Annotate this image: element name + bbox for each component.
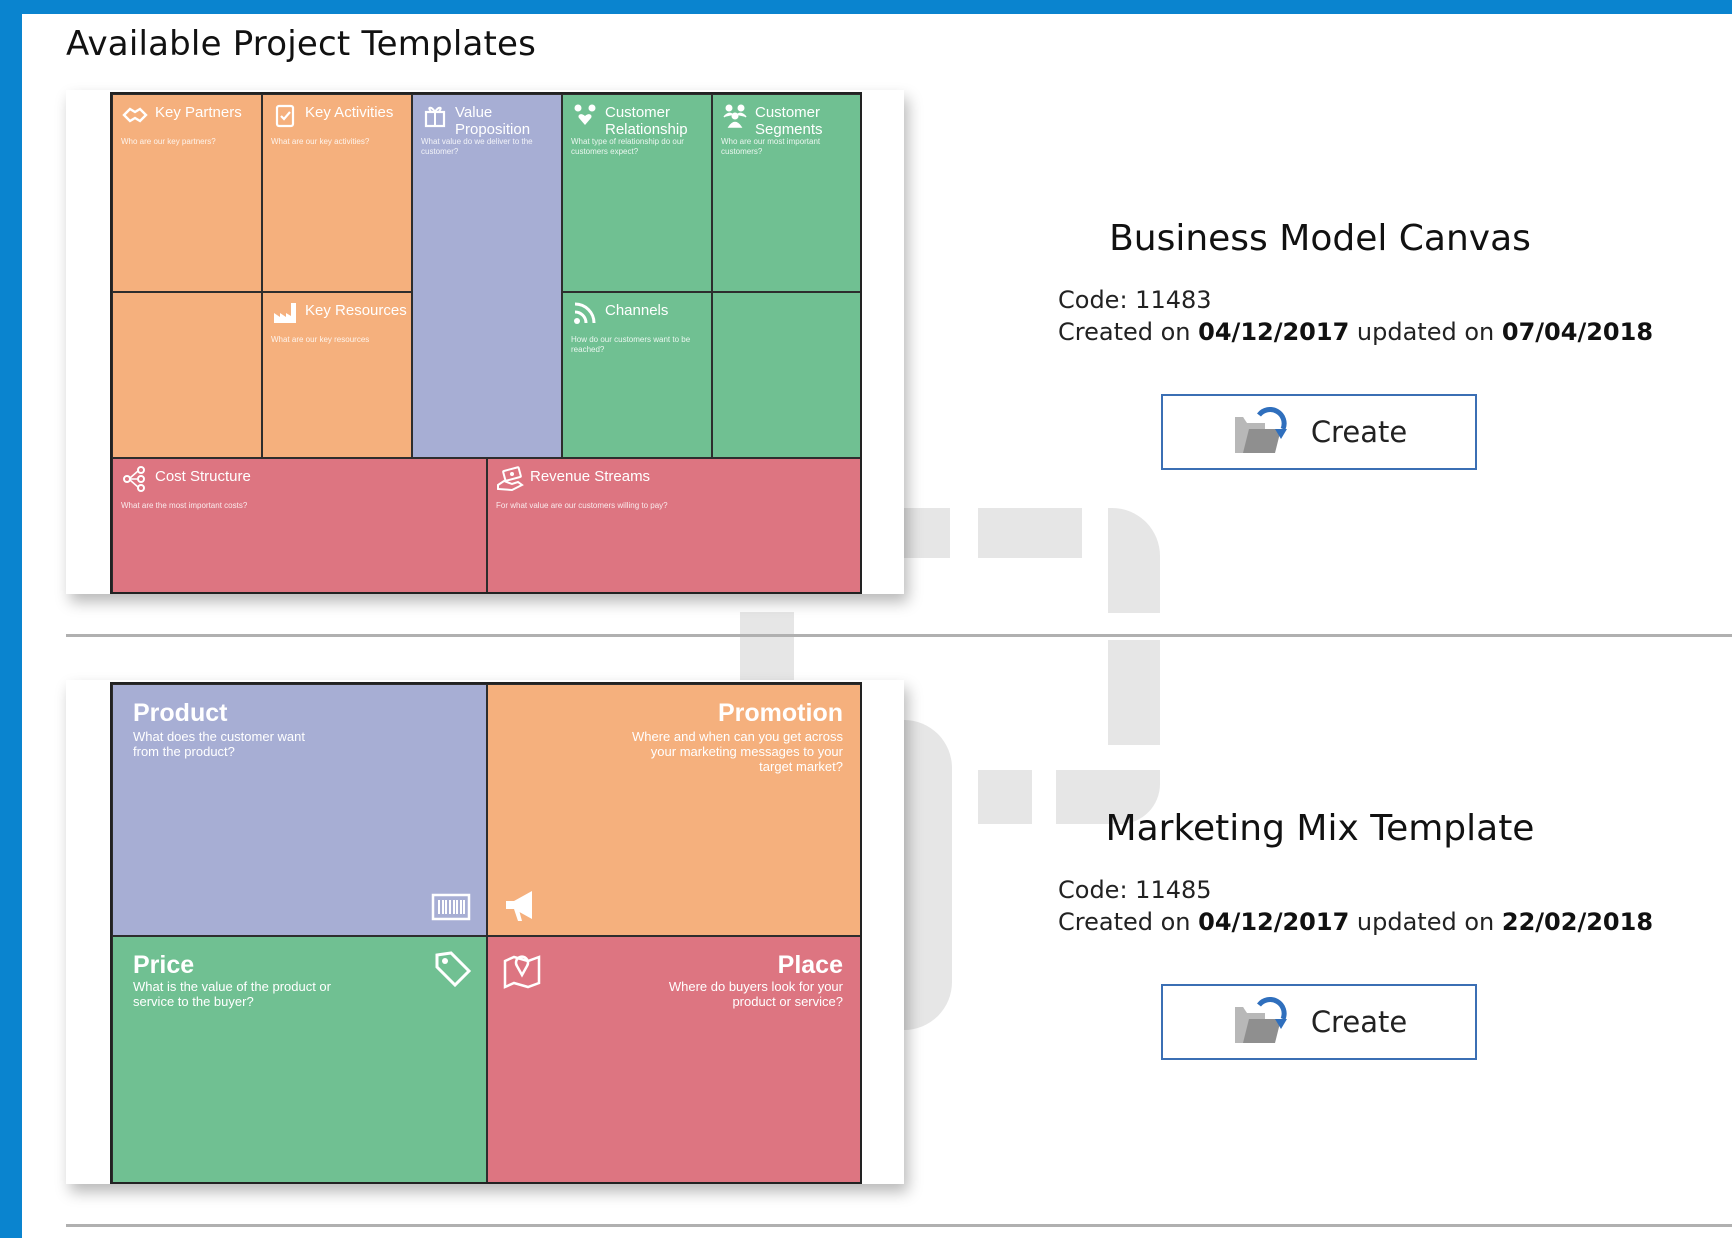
place-title: Place — [777, 951, 843, 979]
product-cell: Product What does the customer want from… — [112, 684, 487, 936]
cost-structure-subtitle: What are the most important costs? — [121, 501, 248, 510]
value-proposition-cell: Value Proposition What value do we deliv… — [412, 94, 562, 458]
updated-label: updated on — [1356, 908, 1495, 936]
folder-refresh-icon — [1234, 407, 1287, 453]
left-accent-bar — [0, 0, 22, 1238]
customer-segments-lower-cell — [712, 292, 860, 458]
page-title: Available Project Templates — [66, 24, 537, 64]
create-marketing-mix-button[interactable]: Create — [1161, 984, 1477, 1060]
gift-icon — [424, 106, 446, 128]
updated-date: 22/02/2018 — [1501, 908, 1654, 936]
updated-label: updated on — [1356, 318, 1495, 346]
revenue-streams-subtitle: For what value are our customers willing… — [496, 501, 668, 510]
revenue-streams-cell: Revenue Streams For what value are our c… — [487, 458, 860, 592]
template-divider — [66, 634, 1732, 637]
create-button-label: Create — [1310, 1005, 1408, 1039]
key-resources-title: Key Resources — [305, 302, 407, 319]
created-date: 04/12/2017 — [1198, 908, 1350, 936]
product-subtitle: What does the customer want from the pro… — [133, 729, 305, 759]
key-partners-subtitle: Who are our key partners? — [121, 137, 216, 146]
template-dates-line: Created on 04/12/2017 updated on 22/02/2… — [1058, 906, 1653, 938]
revenue-streams-title: Revenue Streams — [530, 468, 651, 485]
template-code: 11485 — [1135, 876, 1212, 904]
updated-date: 07/04/2018 — [1501, 318, 1654, 346]
people-heart-icon — [574, 104, 596, 125]
key-activities-subtitle: What are our key activities? — [271, 137, 370, 146]
key-activities-title: Key Activities — [305, 104, 394, 121]
template-code-line: Code: 11485 — [1058, 874, 1653, 906]
people-group-icon — [723, 104, 747, 128]
customer-relationship-cell: Customer Relationship What type of relat… — [562, 94, 712, 292]
code-label: Code: — [1058, 286, 1128, 314]
price-tag-icon — [435, 951, 472, 988]
template-code-line: Code: 11483 — [1058, 284, 1653, 316]
key-partners-cell: Key Partners Who are our key partners? — [112, 94, 262, 292]
created-date: 04/12/2017 — [1198, 318, 1350, 346]
value-proposition-subtitle: What value do we deliver to the customer… — [421, 137, 533, 156]
promotion-title: Promotion — [718, 699, 843, 727]
template-code: 11483 — [1135, 286, 1212, 314]
folder-refresh-icon — [1234, 997, 1287, 1043]
create-button-label: Create — [1310, 415, 1408, 449]
customer-segments-cell: Customer Segments Who are our most impor… — [712, 94, 860, 292]
key-resources-subtitle: What are our key resources — [271, 335, 370, 344]
price-subtitle: What is the value of the product or serv… — [133, 979, 331, 1009]
place-cell: Place Where do buyers look for your prod… — [487, 936, 860, 1182]
handshake-icon — [122, 107, 148, 123]
clipboard-check-icon — [275, 104, 295, 128]
customer-segments-subtitle: Who are our most important customers? — [721, 137, 821, 156]
factory-icon — [274, 303, 296, 323]
key-activities-cell: Key Activities What are our key activiti… — [262, 94, 412, 292]
template-meta: Code: 11485 Created on 04/12/2017 update… — [1058, 874, 1653, 938]
customer-relationship-subtitle: What type of relationship do our custome… — [571, 137, 684, 156]
key-partners-lower-cell — [112, 292, 262, 458]
template-divider — [66, 1224, 1732, 1227]
created-label: Created on — [1058, 318, 1191, 346]
promotion-subtitle: Where and when can you get across your m… — [631, 729, 843, 774]
share-nodes-icon — [123, 466, 145, 492]
megaphone-icon — [506, 891, 532, 921]
key-partners-title: Key Partners — [155, 104, 242, 121]
rss-icon — [574, 302, 596, 324]
template-meta: Code: 11483 Created on 04/12/2017 update… — [1058, 284, 1653, 348]
price-title: Price — [133, 951, 195, 979]
money-hand-icon — [497, 466, 524, 492]
cost-structure-cell: Cost Structure What are the most importa… — [112, 458, 487, 592]
marketing-mix-preview[interactable]: Product What does the customer want from… — [66, 680, 904, 1184]
key-resources-cell: Key Resources What are our key resources — [262, 292, 412, 458]
barcode-icon — [431, 893, 471, 921]
channels-subtitle: How do our customers want to be reached? — [571, 335, 691, 354]
customer-relationship-title: Customer Relationship — [605, 104, 688, 138]
price-cell: Price What is the value of the product o… — [112, 936, 487, 1182]
template-name: Marketing Mix Template — [1105, 808, 1535, 849]
channels-cell: Channels How do our customers want to be… — [562, 292, 712, 458]
value-proposition-title: Value Proposition — [455, 104, 531, 138]
product-title: Product — [133, 699, 228, 727]
cost-structure-title: Cost Structure — [155, 468, 251, 485]
create-business-model-canvas-button[interactable]: Create — [1161, 394, 1477, 470]
template-dates-line: Created on 04/12/2017 updated on 07/04/2… — [1058, 316, 1653, 348]
business-model-canvas-preview[interactable]: Key Partners Who are our key partners? K… — [66, 90, 904, 594]
promotion-cell: Promotion Where and when can you get acr… — [487, 684, 860, 936]
channels-title: Channels — [605, 302, 669, 319]
top-accent-bar — [0, 0, 1732, 14]
customer-segments-title: Customer Segments — [755, 104, 823, 138]
code-label: Code: — [1058, 876, 1128, 904]
template-name: Business Model Canvas — [1109, 218, 1531, 259]
place-subtitle: Where do buyers look for your product or… — [668, 979, 843, 1009]
map-pin-icon — [503, 955, 541, 989]
created-label: Created on — [1058, 908, 1191, 936]
